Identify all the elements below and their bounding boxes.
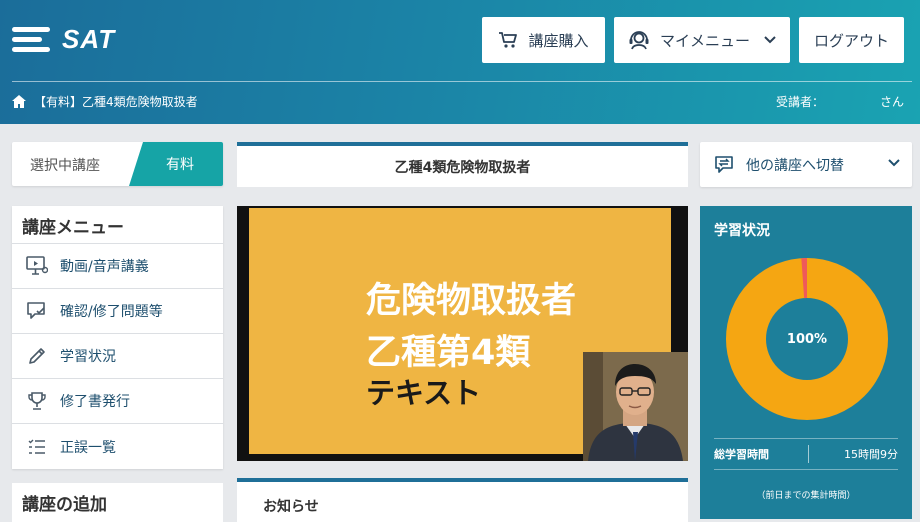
course-title: 乙種4類危険物取扱者 xyxy=(394,159,531,176)
menu-item-label: 正誤一覧 xyxy=(60,439,116,456)
trophy-icon xyxy=(26,390,48,412)
purchase-label: 講座購入 xyxy=(528,31,589,50)
video-title-line3: テキスト xyxy=(366,376,482,410)
video-player[interactable]: 危険物取扱者 乙種第4類 テキスト xyxy=(237,206,688,461)
breadcrumb-course[interactable]: 【有料】乙種4類危険物取扱者 xyxy=(34,93,198,110)
logout-button[interactable]: ログアウト xyxy=(799,17,904,63)
menu-item-answer-list[interactable]: 正誤一覧 xyxy=(12,424,223,469)
menu-item-progress[interactable]: 学習状況 xyxy=(12,334,223,379)
breadcrumb: 【有料】乙種4類危険物取扱者 xyxy=(12,93,198,110)
study-status-title: 学習状況 xyxy=(714,223,770,239)
course-title-bar: 乙種4類危険物取扱者 xyxy=(237,142,688,187)
paid-tag: 有料 xyxy=(129,142,223,186)
cart-icon xyxy=(499,32,518,48)
notice-panel: お知らせ xyxy=(237,478,688,522)
video-title-line2: 乙種第4類 xyxy=(366,333,531,373)
header-divider xyxy=(12,81,912,82)
student-label: 受講者： xyxy=(775,95,824,109)
chevron-down-icon xyxy=(764,36,776,44)
progress-percent: 100% xyxy=(786,331,828,347)
menu-item-certificate[interactable]: 修了書発行 xyxy=(12,379,223,424)
purchase-button[interactable]: 講座購入 xyxy=(482,17,605,63)
student-info: 受講者： さん xyxy=(776,93,904,110)
logout-label: ログアウト xyxy=(813,31,889,50)
menu-item-label: 動画/音声講義 xyxy=(60,259,149,275)
menu-item-label: 修了書発行 xyxy=(60,394,130,410)
study-status-panel: 学習状況 100% 総学習時間 15時間9分 （前日までの集計時間） xyxy=(700,206,912,519)
paid-tag-label: 有料 xyxy=(166,157,194,173)
sat-logo[interactable]: SAT xyxy=(12,24,115,55)
list-icon xyxy=(26,436,48,458)
chat-check-icon xyxy=(26,300,48,322)
logo-mark-icon xyxy=(12,25,50,55)
total-time-row: 総学習時間 15時間9分 xyxy=(714,438,898,470)
notice-title: お知らせ xyxy=(263,499,319,515)
menu-item-label: 確認/修了問題等 xyxy=(60,304,163,320)
switch-course-dropdown[interactable]: 他の講座へ切替 xyxy=(700,142,912,187)
home-icon[interactable] xyxy=(12,95,26,108)
switch-course-label: 他の講座へ切替 xyxy=(746,157,844,174)
total-time-label: 総学習時間 xyxy=(714,448,769,461)
add-course-title: 講座の追加 xyxy=(12,483,223,522)
presenter-image xyxy=(583,352,688,461)
header-bar: SAT 講座購入 マイメニュー ログアウト 【有料】乙種4類危険物取扱者 受講者… xyxy=(0,0,920,124)
course-menu: 講座メニュー 動画/音声講義 確認/修了問題等 学習状況 修了書発行 正誤一覧 xyxy=(12,206,223,469)
switch-course-icon xyxy=(715,155,733,173)
headset-user-icon xyxy=(629,31,649,50)
stat-note: （前日までの集計時間） xyxy=(756,491,856,501)
menu-item-quiz[interactable]: 確認/修了問題等 xyxy=(12,289,223,334)
monitor-icon xyxy=(26,255,48,277)
menu-item-video-lecture[interactable]: 動画/音声講義 xyxy=(12,244,223,289)
pencil-icon xyxy=(26,345,48,367)
logo-text: SAT xyxy=(62,24,116,54)
selected-course-box: 選択中講座 有料 xyxy=(12,142,223,186)
mymenu-button[interactable]: マイメニュー xyxy=(614,17,790,63)
total-time-value: 15時間9分 xyxy=(844,448,898,461)
selected-course-label: 選択中講座 xyxy=(30,158,100,174)
course-menu-title: 講座メニュー xyxy=(12,206,223,244)
menu-item-label: 学習状況 xyxy=(60,349,116,365)
chevron-down-icon xyxy=(888,159,900,167)
student-suffix: さん xyxy=(879,95,904,109)
mymenu-label: マイメニュー xyxy=(659,31,750,50)
video-title-line1: 危険物取扱者 xyxy=(366,281,577,321)
